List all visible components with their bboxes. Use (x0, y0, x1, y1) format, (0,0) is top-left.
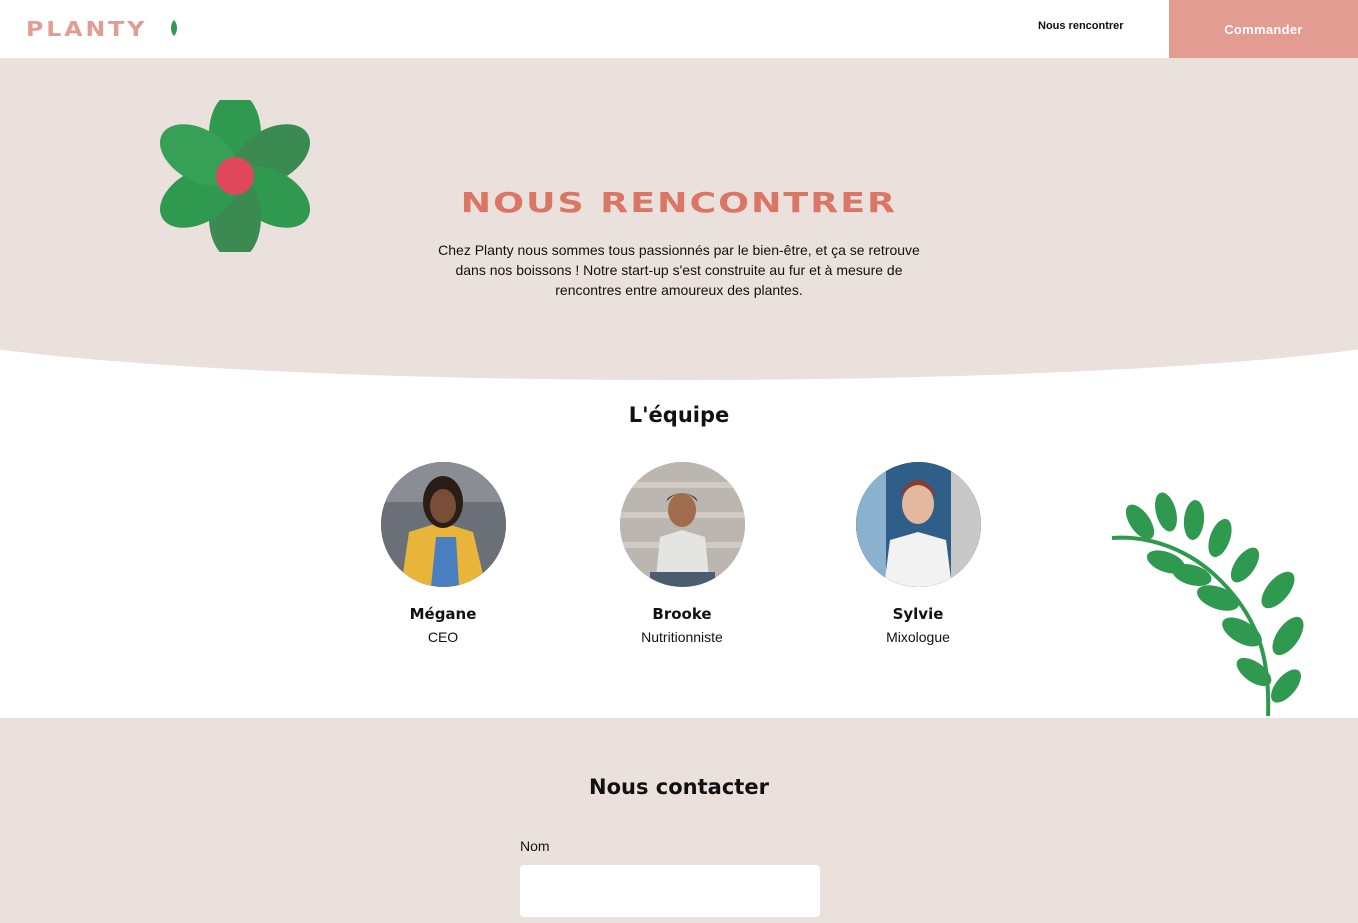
portrait-photo (380, 462, 506, 587)
page: PLANTY Nous rencontrer Commander NOUS RE… (0, 0, 1358, 923)
member-role: CEO (427, 629, 459, 645)
hero-description: Chez Planty nous sommes tous passionnés … (438, 242, 920, 298)
order-button[interactable]: Commander (1169, 0, 1358, 58)
site-header: PLANTY Nous rencontrer Commander (0, 0, 1358, 58)
branch-illustration (1111, 492, 1304, 717)
logo-text: PLANTY (26, 17, 148, 41)
team-heading: L'équipe (628, 403, 730, 427)
member-role: Nutritionniste (641, 629, 723, 645)
name-input[interactable] (520, 865, 820, 917)
leaf-icon (171, 20, 177, 36)
member-name: Sylvie (892, 605, 944, 623)
team-member: Sylvie Mixologue (818, 462, 1018, 645)
team-member: Mégane CEO (343, 462, 543, 645)
name-label: Nom (520, 838, 550, 854)
member-name: Brooke (652, 605, 712, 623)
avatar (855, 462, 981, 587)
team-member: Brooke Nutritionniste (582, 462, 782, 645)
member-name: Mégane (409, 605, 477, 623)
avatar (380, 462, 506, 587)
contact-heading: Nous contacter (589, 775, 769, 799)
avatar (619, 462, 745, 587)
portrait-photo (619, 462, 745, 587)
portrait-photo (855, 462, 981, 587)
nav-link-nous-rencontrer[interactable]: Nous rencontrer (1038, 20, 1124, 32)
member-role: Mixologue (886, 629, 950, 645)
page-title-text: NOUS RENCONTRER (460, 186, 898, 219)
flower-illustration (160, 100, 310, 252)
logo[interactable]: PLANTY (26, 17, 177, 41)
page-title: NOUS RENCONTRER (0, 186, 1358, 219)
